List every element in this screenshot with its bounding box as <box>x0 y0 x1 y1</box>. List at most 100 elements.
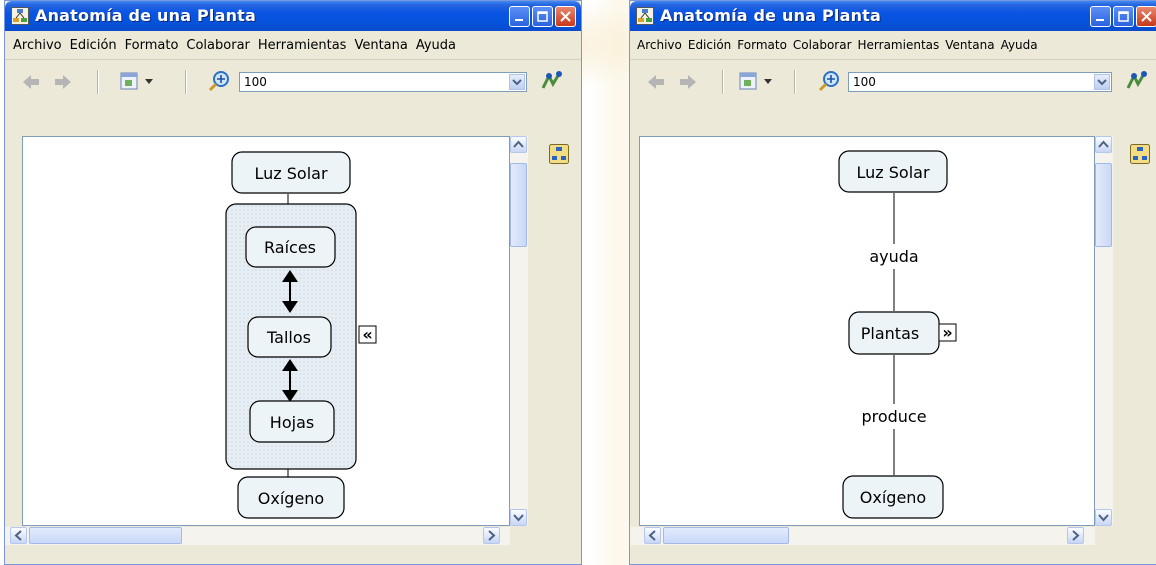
cmap-tools-icon[interactable] <box>1126 70 1148 96</box>
maximize-icon <box>537 11 548 22</box>
concept-map-canvas[interactable]: Luz Solar ayuda Plantas » produce Oxígen… <box>639 136 1095 526</box>
minimize-button[interactable] <box>509 6 530 27</box>
toolbar-separator <box>185 70 187 94</box>
node-luz-solar[interactable]: Luz Solar <box>231 151 351 194</box>
scroll-right-icon[interactable] <box>483 527 500 544</box>
node-hojas[interactable]: Hojas <box>249 400 335 443</box>
forward-arrow-icon[interactable] <box>678 72 698 96</box>
window-title: Anatomía de una Planta <box>660 6 882 25</box>
vertical-scroll-thumb[interactable] <box>510 163 527 247</box>
collapse-glyph: « <box>362 325 372 344</box>
app-icon <box>636 7 654 25</box>
maximize-icon <box>1118 11 1129 22</box>
scroll-right-icon[interactable] <box>1067 527 1084 544</box>
toolbar-separator <box>722 70 724 94</box>
menu-bar: Archivo Edición Formato Colaborar Herram… <box>630 31 1156 60</box>
link-label-ayuda[interactable]: ayuda <box>869 247 918 266</box>
node-raices-label: Raíces <box>264 238 316 257</box>
chevron-down-icon <box>1097 79 1107 86</box>
scroll-down-icon[interactable] <box>510 509 527 526</box>
toolbar-separator <box>97 70 99 94</box>
zoom-value: 100 <box>244 75 267 89</box>
back-arrow-icon[interactable] <box>21 72 41 96</box>
close-button[interactable] <box>1136 6 1156 27</box>
scroll-up-icon[interactable] <box>1095 136 1112 153</box>
node-luz-solar[interactable]: Luz Solar <box>838 150 948 193</box>
left-window: Anatomía de una Planta Archivo Edición F… <box>4 0 582 565</box>
zoom-input[interactable]: 100 <box>239 72 527 92</box>
zoom-input[interactable]: 100 <box>848 72 1112 92</box>
app-icon <box>11 7 29 25</box>
link-label-produce[interactable]: produce <box>861 407 926 426</box>
menu-archivo[interactable]: Archivo <box>9 38 66 53</box>
menu-ayuda[interactable]: Ayuda <box>998 38 1041 52</box>
scroll-down-icon[interactable] <box>1095 509 1112 526</box>
expand-group-button[interactable]: » <box>938 323 957 342</box>
minimize-icon <box>1096 19 1104 21</box>
zoom-dropdown-button[interactable] <box>1094 74 1110 90</box>
menu-colaborar[interactable]: Colaborar <box>182 38 253 53</box>
chevron-down-icon <box>512 79 522 86</box>
zoom-icon[interactable] <box>208 70 230 96</box>
menu-ventana[interactable]: Ventana <box>942 38 997 52</box>
menu-herramientas[interactable]: Herramientas <box>855 38 943 52</box>
maximize-button[interactable] <box>1113 6 1134 27</box>
vertical-scrollbar[interactable] <box>510 136 528 526</box>
maximize-button[interactable] <box>532 6 553 27</box>
menu-ayuda[interactable]: Ayuda <box>412 38 460 53</box>
horizontal-scroll-thumb[interactable] <box>29 527 182 544</box>
toolbar-separator <box>794 70 796 94</box>
node-tallos-label: Tallos <box>266 328 311 347</box>
menu-herramientas[interactable]: Herramientas <box>254 38 351 53</box>
collapse-group-button[interactable]: « <box>358 325 377 344</box>
menu-formato[interactable]: Formato <box>734 38 790 52</box>
expand-glyph: » <box>942 323 952 342</box>
scroll-up-icon[interactable] <box>510 136 527 153</box>
view-icon[interactable] <box>738 70 778 96</box>
horizontal-scrollbar[interactable] <box>630 527 1095 545</box>
node-luz-solar-label: Luz Solar <box>856 163 929 182</box>
toolbar: 100 <box>630 60 1156 104</box>
menu-ventana[interactable]: Ventana <box>350 38 411 53</box>
menu-archivo[interactable]: Archivo <box>634 38 685 52</box>
node-plantas[interactable]: Plantas <box>848 311 940 355</box>
window-title: Anatomía de una Planta <box>35 6 257 25</box>
zoom-icon[interactable] <box>818 70 840 96</box>
close-icon <box>560 11 571 22</box>
menu-formato[interactable]: Formato <box>121 38 183 53</box>
node-oxigeno-label: Oxígeno <box>860 488 926 507</box>
node-plantas-label: Plantas <box>861 324 919 343</box>
horizontal-scrollbar[interactable] <box>5 527 510 545</box>
node-oxigeno-label: Oxígeno <box>258 489 324 508</box>
title-bar[interactable]: Anatomía de una Planta <box>630 1 1156 31</box>
vertical-scroll-thumb[interactable] <box>1095 163 1112 247</box>
close-button[interactable] <box>555 6 576 27</box>
node-oxigeno[interactable]: Oxígeno <box>842 475 944 519</box>
scroll-left-icon[interactable] <box>10 527 27 544</box>
node-luz-solar-label: Luz Solar <box>254 164 327 183</box>
node-hojas-label: Hojas <box>270 413 314 432</box>
right-window: Anatomía de una Planta Archivo Edición F… <box>629 0 1156 565</box>
node-oxigeno[interactable]: Oxígeno <box>237 476 345 519</box>
cmap-tools-icon[interactable] <box>541 70 563 96</box>
node-raices[interactable]: Raíces <box>245 226 336 268</box>
menu-colaborar[interactable]: Colaborar <box>790 38 855 52</box>
vertical-scrollbar[interactable] <box>1095 136 1113 526</box>
title-bar[interactable]: Anatomía de una Planta <box>5 1 581 31</box>
cmap-side-icon[interactable] <box>549 144 569 168</box>
concept-map-left: Luz Solar Raíces Tallos Hojas Oxígeno « <box>225 151 377 519</box>
node-tallos[interactable]: Tallos <box>247 316 332 358</box>
horizontal-scroll-thumb[interactable] <box>663 527 789 544</box>
back-arrow-icon[interactable] <box>646 72 666 96</box>
minimize-button[interactable] <box>1090 6 1111 27</box>
scroll-left-icon[interactable] <box>644 527 661 544</box>
menu-edicion[interactable]: Edición <box>685 38 734 52</box>
view-icon[interactable] <box>119 70 159 96</box>
concept-map-canvas[interactable]: Luz Solar Raíces Tallos Hojas Oxígeno « <box>22 136 510 526</box>
cmap-side-icon[interactable] <box>1130 144 1150 168</box>
close-icon <box>1141 11 1152 22</box>
toolbar: 100 <box>5 60 581 104</box>
menu-edicion[interactable]: Edición <box>66 38 121 53</box>
forward-arrow-icon[interactable] <box>53 72 73 96</box>
zoom-dropdown-button[interactable] <box>509 74 525 90</box>
